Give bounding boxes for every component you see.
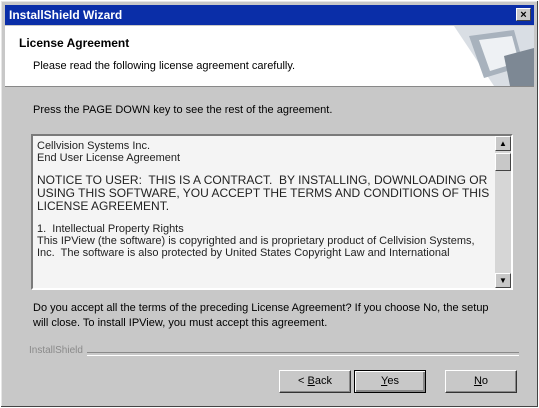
arrow-down-icon: ▼: [499, 276, 507, 285]
instruction-text: Press the PAGE DOWN key to see the rest …: [33, 104, 333, 116]
scroll-up-button[interactable]: ▲: [495, 136, 511, 151]
installshield-window: InstallShield Wizard × License Agreement…: [0, 0, 539, 408]
license-company: Cellvision Systems Inc.: [37, 140, 151, 152]
header-subtitle: Please read the following license agreem…: [33, 60, 296, 72]
back-label-mnemonic: B: [307, 375, 315, 387]
back-label-prefix: <: [298, 375, 308, 387]
no-button[interactable]: No: [445, 370, 517, 393]
yes-button[interactable]: Yes: [354, 370, 426, 393]
close-button[interactable]: ×: [516, 8, 531, 21]
back-label-rest: ack: [314, 375, 332, 387]
arrow-up-icon: ▲: [499, 139, 507, 148]
close-icon: ×: [520, 9, 527, 21]
brand-divider: [29, 352, 519, 356]
license-text-area[interactable]: Cellvision Systems Inc. End User License …: [31, 134, 513, 290]
scroll-down-button[interactable]: ▼: [495, 273, 511, 288]
license-text: Cellvision Systems Inc. End User License …: [37, 140, 493, 286]
header-title: License Agreement: [19, 36, 130, 50]
license-section-text: This IPView (the software) is copyrighte…: [37, 235, 478, 259]
yes-label-rest: es: [387, 375, 399, 387]
installshield-logo-graphic: [454, 26, 534, 86]
scroll-thumb[interactable]: [495, 153, 511, 171]
accept-question: Do you accept all the terms of the prece…: [33, 302, 489, 329]
license-notice: NOTICE TO USER: THIS IS A CONTRACT. BY I…: [37, 173, 493, 213]
wizard-header: License Agreement Please read the follow…: [5, 26, 534, 87]
title-bar[interactable]: InstallShield Wizard ×: [5, 5, 534, 25]
installshield-brand-label: InstallShield: [29, 345, 87, 356]
no-label-mnemonic: N: [473, 375, 482, 387]
vertical-scrollbar[interactable]: ▲ ▼: [495, 136, 511, 288]
no-label-rest: o: [481, 375, 489, 387]
license-doc-title: End User License Agreement: [37, 152, 181, 164]
back-button[interactable]: < Back: [279, 370, 351, 393]
license-section-heading: 1. Intellectual Property Rights: [37, 223, 184, 235]
window-title: InstallShield Wizard: [9, 8, 123, 22]
